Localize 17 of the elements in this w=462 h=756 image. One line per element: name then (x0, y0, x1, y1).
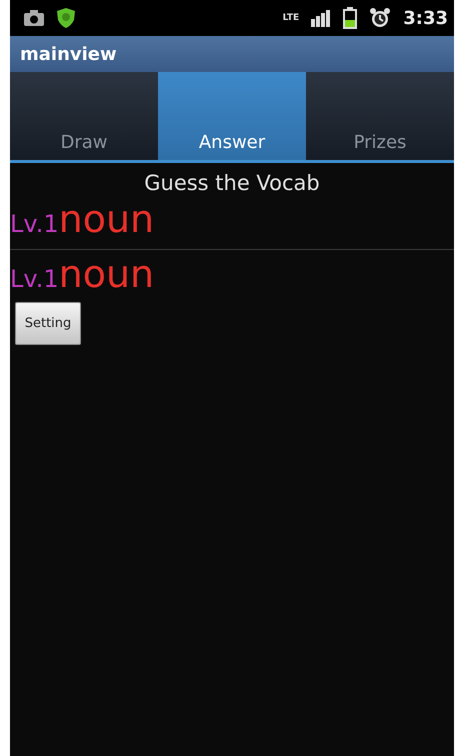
tab[interactable]: Answer (158, 72, 306, 160)
network-type-label: LTE (282, 14, 300, 22)
tab[interactable]: Draw (10, 72, 158, 160)
tab[interactable]: Prizes (306, 72, 454, 160)
shield-icon (56, 7, 76, 29)
level-label: Lv.1 (10, 210, 59, 238)
heading: Guess the Vocab (143, 170, 321, 195)
battery-icon (343, 7, 358, 29)
vocab-word: noun (58, 199, 154, 241)
window-title: mainview (20, 44, 117, 64)
camera-icon (24, 10, 44, 26)
level-label: Lv.1 (10, 264, 59, 293)
signal-icon (311, 9, 332, 27)
alarm-clock-icon (369, 7, 392, 29)
setting-button[interactable]: Setting (15, 302, 81, 345)
clock-time: 3:33 (403, 8, 448, 28)
vocab-word: noun (58, 254, 154, 296)
